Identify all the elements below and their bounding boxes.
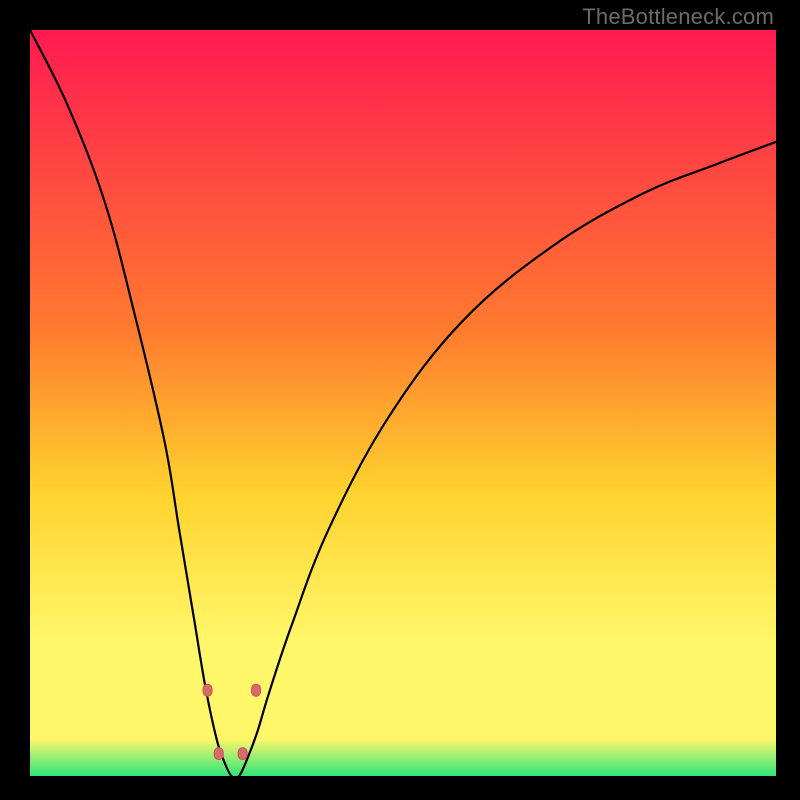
bottleneck-chart [30,30,776,776]
curve-marker [238,748,247,760]
curve-marker [252,684,261,696]
outer-frame: TheBottleneck.com [0,0,800,800]
curve-marker [214,748,223,760]
watermark-text: TheBottleneck.com [582,4,774,30]
plot-area [30,30,776,776]
gradient-background [30,30,776,776]
curve-marker [203,684,212,696]
